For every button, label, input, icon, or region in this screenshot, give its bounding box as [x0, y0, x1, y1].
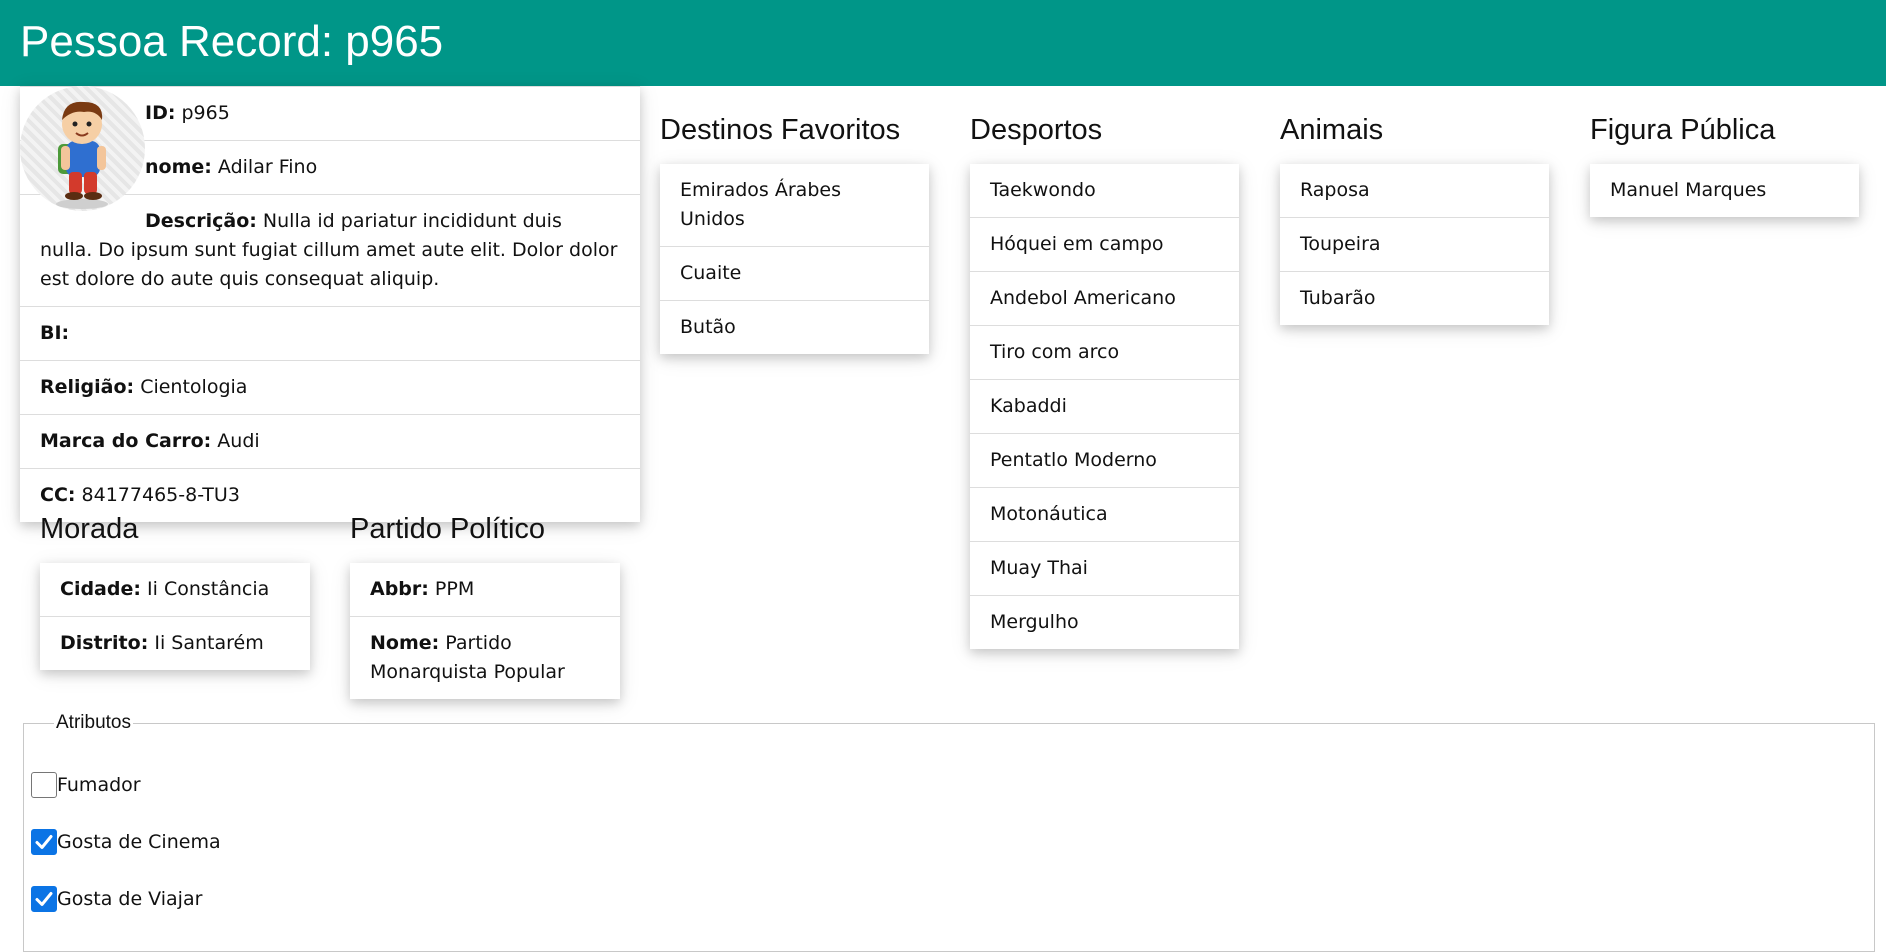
- partido-nome-row: Nome: Partido Monarquista Popular: [350, 616, 620, 699]
- page-title: Pessoa Record: p965: [20, 17, 444, 66]
- list-item: Mergulho: [970, 595, 1239, 649]
- morada-distrito-row: Distrito: Ii Santarém: [40, 616, 310, 670]
- atributos-fieldset: Atributos: [23, 712, 1875, 952]
- destinos-title: Destinos Favoritos: [660, 114, 901, 146]
- avatar: [20, 86, 145, 211]
- list-item: Toupeira: [1280, 217, 1549, 271]
- carro-label: Marca do Carro:: [40, 430, 212, 452]
- cc-value: 84177465-8-TU3: [81, 484, 240, 506]
- morada-title: Morada: [40, 513, 139, 545]
- fumador-label: Fumador: [57, 774, 141, 796]
- descricao-label: Descrição:: [145, 210, 257, 232]
- cidade-value: Ii Constância: [147, 578, 270, 600]
- cinema-checkbox[interactable]: [31, 829, 57, 855]
- boy-avatar-icon: [56, 101, 108, 209]
- viajar-option[interactable]: Gosta de Viajar: [31, 884, 202, 914]
- destinos-list: Emirados Árabes Unidos Cuaite Butão: [660, 164, 929, 354]
- cinema-label: Gosta de Cinema: [57, 831, 221, 853]
- desportos-list: Taekwondo Hóquei em campo Andebol Americ…: [970, 164, 1239, 649]
- person-bi-row: BI:: [20, 306, 640, 360]
- carro-value: Audi: [217, 430, 260, 452]
- religiao-value: Cientologia: [140, 376, 248, 398]
- list-item: Kabaddi: [970, 379, 1239, 433]
- religiao-label: Religião:: [40, 376, 135, 398]
- bi-label: BI:: [40, 322, 70, 344]
- list-item: Emirados Árabes Unidos: [680, 179, 841, 230]
- cc-label: CC:: [40, 484, 76, 506]
- person-descricao-row: Descrição: Nulla id pariatur incididunt …: [20, 194, 640, 306]
- animais-title: Animais: [1280, 114, 1384, 146]
- list-item: Motonáutica: [970, 487, 1239, 541]
- fumador-option[interactable]: Fumador: [31, 770, 141, 800]
- partido-nome-label: Nome:: [370, 632, 440, 654]
- desportos-title: Desportos: [970, 114, 1103, 146]
- list-item: Cuaite: [660, 246, 929, 300]
- list-item: Tubarão: [1280, 271, 1549, 325]
- list-item: Tiro com arco: [970, 325, 1239, 379]
- descricao-value: Nulla id pariatur incididunt duis nulla.…: [40, 210, 618, 290]
- fumador-checkbox[interactable]: [31, 772, 57, 798]
- figura-title: Figura Pública: [1590, 114, 1776, 146]
- checkmark-icon: [35, 835, 53, 849]
- person-card: ID: p965 nome: Adilar Fino Descrição: Nu…: [20, 86, 640, 522]
- nome-value: Adilar Fino: [217, 156, 318, 178]
- list-item: Hóquei em campo: [970, 217, 1239, 271]
- list-item: Raposa: [1300, 179, 1370, 201]
- cidade-label: Cidade:: [60, 578, 141, 600]
- distrito-value: Ii Santarém: [154, 632, 264, 654]
- cinema-option[interactable]: Gosta de Cinema: [31, 827, 221, 857]
- morada-card: Cidade: Ii Constância Distrito: Ii Santa…: [40, 563, 310, 670]
- partido-abbr-row: Abbr: PPM: [350, 563, 620, 616]
- figura-list: Manuel Marques: [1590, 164, 1859, 217]
- animais-list: Raposa Toupeira Tubarão: [1280, 164, 1549, 325]
- list-item: Taekwondo: [990, 179, 1096, 201]
- list-item: Pentatlo Moderno: [970, 433, 1239, 487]
- checkmark-icon: [35, 892, 53, 906]
- list-item: Muay Thai: [970, 541, 1239, 595]
- partido-title: Partido Político: [350, 513, 546, 545]
- id-label: ID:: [145, 102, 176, 124]
- morada-cidade-row: Cidade: Ii Constância: [40, 563, 310, 616]
- distrito-label: Distrito:: [60, 632, 149, 654]
- person-religiao-row: Religião: Cientologia: [20, 360, 640, 414]
- list-item: Manuel Marques: [1610, 179, 1767, 201]
- viajar-label: Gosta de Viajar: [57, 888, 203, 910]
- id-value: p965: [181, 102, 230, 124]
- nome-label: nome:: [145, 156, 212, 178]
- list-item: Andebol Americano: [970, 271, 1239, 325]
- page-header: Pessoa Record: p965: [0, 0, 1886, 86]
- abbr-value: PPM: [434, 578, 475, 600]
- viajar-checkbox[interactable]: [31, 886, 57, 912]
- list-item: Butão: [660, 300, 929, 354]
- abbr-label: Abbr:: [370, 578, 429, 600]
- atributos-legend: Atributos: [56, 712, 131, 733]
- partido-card: Abbr: PPM Nome: Partido Monarquista Popu…: [350, 563, 620, 699]
- person-carro-row: Marca do Carro: Audi: [20, 414, 640, 468]
